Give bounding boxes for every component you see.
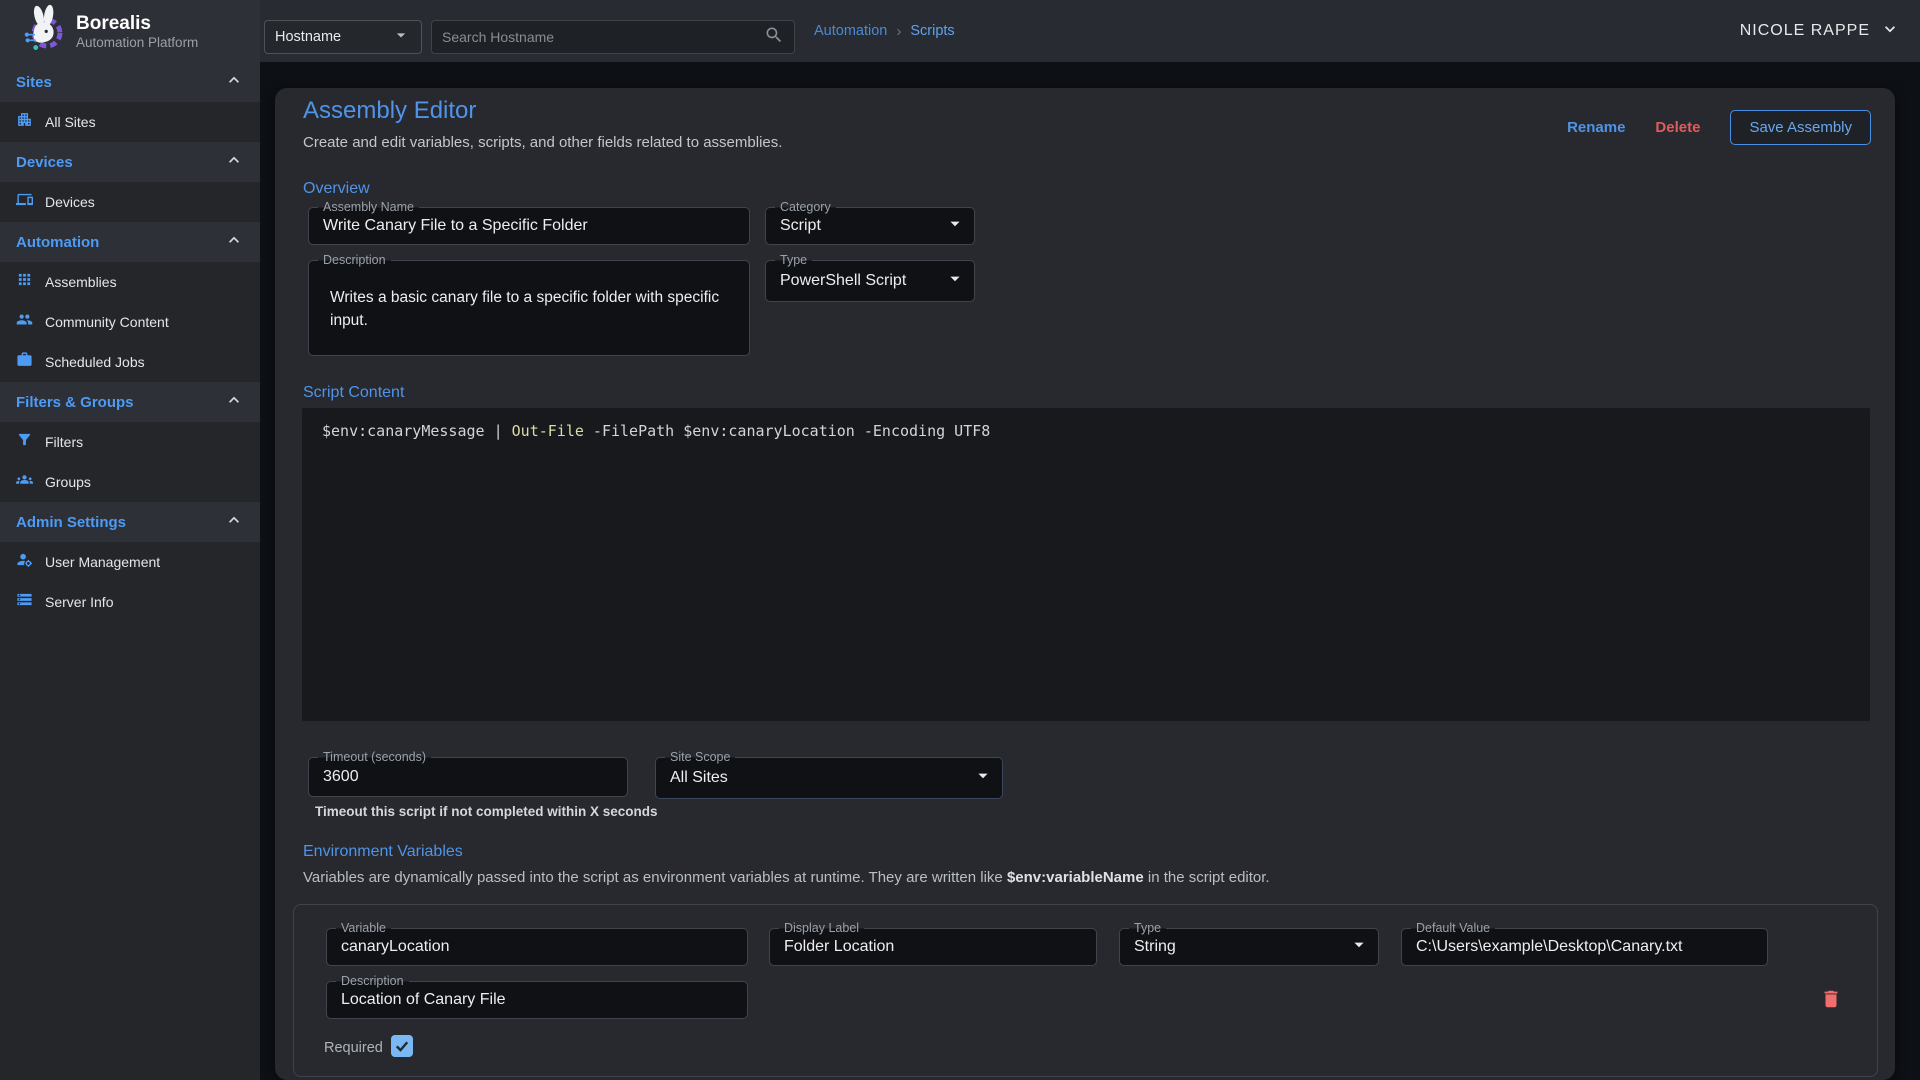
brand-name: Borealis	[76, 13, 198, 35]
sidebar-item-devices[interactable]: Devices	[0, 182, 260, 222]
timeout-field[interactable]: Timeout (seconds) 3600	[308, 757, 628, 797]
editor-actions: Rename Delete Save Assembly	[1567, 110, 1871, 145]
chevron-up-icon	[224, 70, 244, 95]
sidebar-item-groups[interactable]: Groups	[0, 462, 260, 502]
manage-accounts-icon	[16, 551, 33, 573]
storage-icon	[16, 591, 33, 613]
apps-icon	[16, 271, 33, 293]
chevron-up-icon	[224, 230, 244, 255]
environment-variables-description: Variables are dynamically passed into th…	[303, 869, 1270, 886]
variable-name-field[interactable]: Variable canaryLocation	[326, 928, 748, 966]
hostname-select[interactable]: Hostname	[264, 20, 422, 54]
sidebar-logo-row: Borealis Automation Platform	[0, 0, 260, 62]
overview-heading: Overview	[303, 180, 370, 198]
chevron-up-icon	[224, 390, 244, 415]
sidebar-section-sites[interactable]: Sites	[0, 62, 260, 102]
breadcrumb-separator: ›	[896, 23, 901, 40]
sidebar-item-filters[interactable]: Filters	[0, 422, 260, 462]
script-code-line: $env:canaryMessage | Out-File -FilePath …	[322, 422, 1850, 440]
dropdown-arrow-icon	[972, 765, 994, 792]
search-icon	[764, 25, 784, 50]
sidebar-section-admin-settings[interactable]: Admin Settings	[0, 502, 260, 542]
brand-subtitle: Automation Platform	[76, 35, 198, 50]
chevron-up-icon	[224, 510, 244, 535]
apartment-icon	[16, 111, 33, 133]
page-title: Assembly Editor	[303, 97, 476, 125]
app-root: Hostname Automation › Scripts NICOLE RAP…	[0, 0, 1920, 1080]
breadcrumb-automation[interactable]: Automation	[814, 23, 887, 39]
sidebar-item-all-sites[interactable]: All Sites	[0, 102, 260, 142]
site-scope-select[interactable]: Site Scope All Sites	[655, 757, 1003, 799]
delete-variable-button[interactable]	[1818, 987, 1844, 1013]
dropdown-arrow-icon	[944, 213, 966, 240]
script-content-heading: Script Content	[303, 384, 404, 402]
display-label-field[interactable]: Display Label Folder Location	[769, 928, 1097, 966]
script-code-editor[interactable]: $env:canaryMessage | Out-File -FilePath …	[301, 407, 1871, 722]
breadcrumb: Automation › Scripts	[814, 0, 955, 62]
variable-description-field[interactable]: Description Location of Canary File	[326, 981, 748, 1019]
sidebar-section-filters-groups[interactable]: Filters & Groups	[0, 382, 260, 422]
sidebar-item-assemblies[interactable]: Assemblies	[0, 262, 260, 302]
sidebar-item-user-management[interactable]: User Management	[0, 542, 260, 582]
topbar: Hostname Automation › Scripts NICOLE RAP…	[260, 0, 1920, 62]
sidebar-section-automation[interactable]: Automation	[0, 222, 260, 262]
sidebar-item-community-content[interactable]: Community Content	[0, 302, 260, 342]
save-assembly-button[interactable]: Save Assembly	[1730, 110, 1871, 145]
devices-icon	[16, 191, 33, 213]
borealis-logo-icon	[22, 4, 64, 59]
variable-type-select[interactable]: Type String	[1119, 928, 1379, 966]
type-select[interactable]: Type PowerShell Script	[765, 260, 975, 302]
dropdown-arrow-icon	[391, 25, 411, 50]
dropdown-arrow-icon	[944, 268, 966, 295]
sidebar-item-server-info[interactable]: Server Info	[0, 582, 260, 622]
default-value-field[interactable]: Default Value C:\Users\example\Desktop\C…	[1401, 928, 1768, 966]
sidebar-item-scheduled-jobs[interactable]: Scheduled Jobs	[0, 342, 260, 382]
sidebar: Borealis Automation Platform Sites All S…	[0, 0, 260, 1080]
groups-icon	[16, 471, 33, 493]
required-label: Required	[324, 1040, 383, 1056]
checkmark-icon	[393, 1037, 411, 1055]
dropdown-arrow-icon	[1348, 934, 1370, 961]
assembly-editor-panel: Assembly Editor Create and edit variable…	[275, 88, 1895, 1080]
people-icon	[16, 311, 33, 333]
environment-variables-heading: Environment Variables	[303, 843, 463, 861]
timeout-helper-text: Timeout this script if not completed wit…	[315, 804, 658, 819]
hostname-select-value: Hostname	[275, 29, 391, 45]
environment-variable-card: Variable canaryLocation Display Label Fo…	[293, 904, 1878, 1077]
user-menu[interactable]: NICOLE RAPPE	[1740, 0, 1900, 62]
category-select[interactable]: Category Script	[765, 207, 975, 245]
rename-button[interactable]: Rename	[1567, 119, 1625, 136]
sidebar-filler	[0, 622, 260, 1080]
filter-icon	[16, 431, 33, 453]
page-subtitle: Create and edit variables, scripts, and …	[303, 134, 782, 151]
chevron-up-icon	[224, 150, 244, 175]
breadcrumb-scripts[interactable]: Scripts	[910, 23, 954, 39]
briefcase-icon	[16, 351, 33, 373]
assembly-name-field[interactable]: Assembly Name Write Canary File to a Spe…	[308, 207, 750, 245]
sidebar-section-devices[interactable]: Devices	[0, 142, 260, 182]
user-name: NICOLE RAPPE	[1740, 22, 1870, 40]
description-field[interactable]: Description Writes a basic canary file t…	[308, 260, 750, 356]
search-box	[431, 20, 795, 54]
chevron-down-icon	[1880, 19, 1900, 44]
trash-icon	[1820, 987, 1842, 1011]
search-input[interactable]	[442, 29, 764, 45]
delete-button[interactable]: Delete	[1655, 119, 1700, 136]
required-checkbox[interactable]	[391, 1035, 413, 1057]
brand-block: Borealis Automation Platform	[76, 13, 198, 50]
